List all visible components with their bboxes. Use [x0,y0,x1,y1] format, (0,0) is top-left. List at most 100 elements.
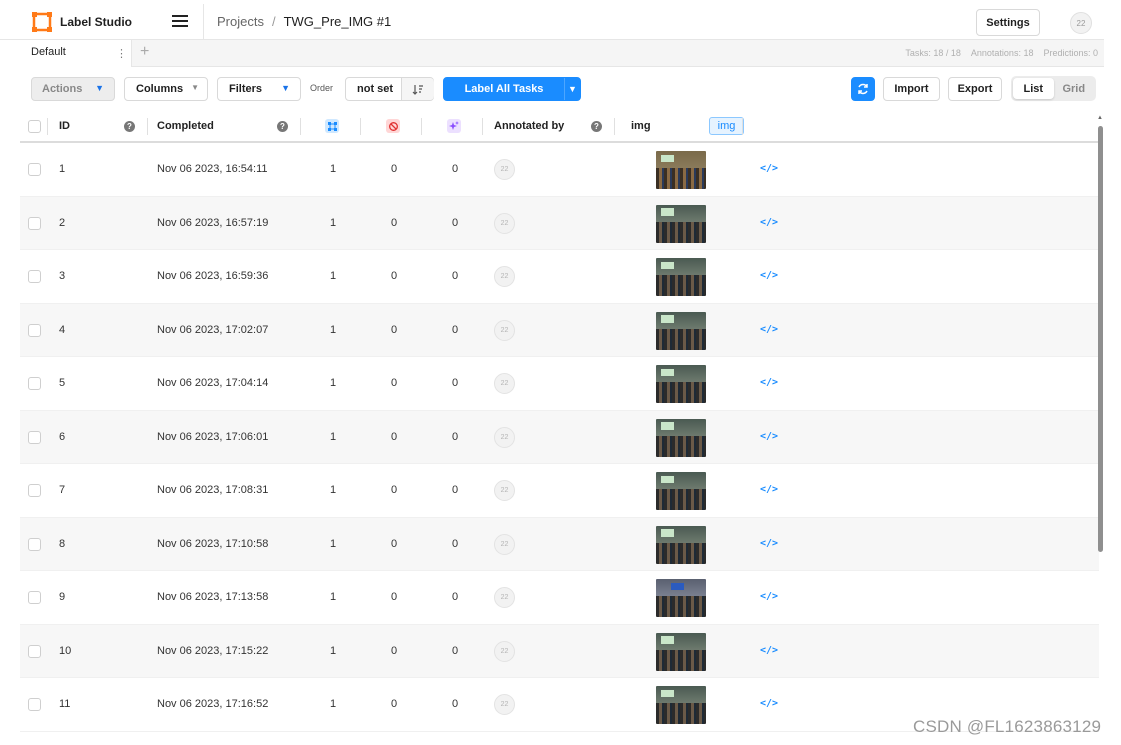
image-thumbnail[interactable] [656,258,706,296]
help-icon[interactable]: ? [277,121,288,132]
image-thumbnail[interactable] [656,204,706,243]
annotations-count: Annotations: 18 [970,48,1034,58]
hamburger-menu-icon[interactable] [172,15,188,29]
row-checkbox[interactable] [28,270,41,283]
annotator-avatar[interactable]: 22 [494,640,515,662]
code-source-icon[interactable]: </> [760,698,778,709]
code-source-icon[interactable]: </> [760,324,778,335]
row-checkbox[interactable] [28,377,41,390]
help-icon[interactable]: ? [591,121,602,132]
table-row[interactable]: 1 Nov 06 2023, 16:54:11 1 0 0 22 </> [20,143,1099,197]
column-divider [300,118,301,135]
label-studio-logo-icon[interactable] [32,12,52,32]
row-checkbox[interactable] [28,537,41,551]
vertical-scrollbar[interactable] [1098,126,1103,552]
row-checkbox[interactable] [28,484,41,497]
column-header-img[interactable]: img [631,120,651,132]
code-source-icon[interactable]: </> [760,538,778,549]
table-row[interactable]: 4 Nov 06 2023, 17:02:07 1 0 0 22 </> [20,303,1099,357]
image-thumbnail[interactable] [656,365,706,403]
table-row[interactable]: 7 Nov 06 2023, 17:08:31 1 0 0 22 </> [20,464,1099,518]
image-thumbnail[interactable] [656,472,706,510]
table-row[interactable]: 2 Nov 06 2023, 16:57:19 1 0 0 22 </> [20,196,1099,250]
code-source-icon[interactable]: </> [760,163,778,174]
annotator-avatar[interactable]: 22 [494,533,515,555]
annotator-avatar[interactable]: 22 [494,694,515,715]
code-source-icon[interactable]: </> [760,591,778,602]
tab-menu-icon[interactable]: ⋮ [116,47,127,60]
image-thumbnail[interactable] [656,579,706,617]
column-header-completed[interactable]: Completed [157,120,214,132]
export-button[interactable]: Export [948,77,1002,101]
column-header-id[interactable]: ID [59,120,70,132]
select-all-checkbox[interactable] [28,120,41,133]
image-thumbnail[interactable] [656,686,706,724]
row-checkbox[interactable] [28,216,41,230]
annotator-avatar[interactable]: 22 [494,212,515,234]
annotator-avatar[interactable]: 22 [494,159,515,180]
annotations-count: 1 [330,644,337,657]
breadcrumb-project-name[interactable]: TWG_Pre_IMG #1 [284,14,392,29]
grid-view-button[interactable]: Grid [1054,78,1095,99]
import-button[interactable]: Import [883,77,940,101]
code-source-icon[interactable]: </> [760,377,778,388]
app-name[interactable]: Label Studio [60,15,132,29]
list-view-button[interactable]: List [1013,78,1054,99]
refresh-button[interactable] [851,77,875,101]
annotator-avatar[interactable]: 22 [494,373,515,394]
column-header-annotated-by[interactable]: Annotated by [494,120,564,132]
sort-direction-icon[interactable] [401,78,434,100]
breadcrumb-projects-link[interactable]: Projects [217,14,264,29]
table-row[interactable]: 10 Nov 06 2023, 17:15:22 1 0 0 22 </> [20,624,1099,678]
annotator-avatar[interactable]: 22 [494,319,515,341]
row-checkbox[interactable] [28,591,41,604]
filters-dropdown[interactable]: Filters ▼ [217,77,301,101]
thumbnail-screen [661,154,674,163]
project-stats: Tasks: 18 / 18 Annotations: 18 Predictions… [895,48,1098,58]
predictions-icon[interactable] [447,119,461,133]
tab-default[interactable]: Default ⋮ [20,40,132,67]
add-tab-icon[interactable]: + [140,43,149,61]
code-source-icon[interactable]: </> [760,484,778,495]
user-avatar[interactable]: 22 [1070,12,1092,34]
task-id: 8 [59,537,66,550]
predictions-count: 0 [452,591,459,603]
row-checkbox[interactable] [28,163,41,176]
row-checkbox[interactable] [28,644,41,658]
code-source-icon[interactable]: </> [760,270,778,281]
order-label: Order [310,83,334,93]
annotator-avatar[interactable]: 22 [494,587,515,608]
code-source-icon[interactable]: </> [760,431,778,442]
image-thumbnail[interactable] [656,632,706,671]
image-thumbnail[interactable] [656,151,706,189]
label-all-tasks-button[interactable]: Label All Tasks ▼ [443,77,581,101]
actions-dropdown[interactable]: Actions ▼ [31,77,115,101]
annotator-avatar[interactable]: 22 [494,266,515,287]
view-tabs-bar: Default ⋮ + Tasks: 18 / 18 Annotations: 1… [20,40,1104,67]
annotations-count-icon[interactable] [325,119,339,133]
table-row[interactable]: 3 Nov 06 2023, 16:59:36 1 0 0 22 </> [20,250,1099,304]
help-icon[interactable]: ? [124,121,135,132]
predictions-count: 0 [452,216,459,229]
image-thumbnail[interactable] [656,525,706,564]
table-row[interactable]: 5 Nov 06 2023, 17:04:14 1 0 0 22 </> [20,357,1099,411]
columns-dropdown[interactable]: Columns ▼ [124,77,208,101]
image-thumbnail[interactable] [656,418,706,457]
table-row[interactable]: 8 Nov 06 2023, 17:10:58 1 0 0 22 </> [20,517,1099,571]
row-checkbox[interactable] [28,430,41,444]
code-source-icon[interactable]: </> [760,217,778,228]
predictions-count: 0 [452,163,459,175]
table-row[interactable]: 6 Nov 06 2023, 17:06:01 1 0 0 22 </> [20,410,1099,464]
annotator-avatar[interactable]: 22 [494,480,515,501]
image-thumbnail[interactable] [656,311,706,350]
annotator-avatar[interactable]: 22 [494,426,515,448]
table-row[interactable]: 9 Nov 06 2023, 17:13:58 1 0 0 22 </> [20,571,1099,625]
row-checkbox[interactable] [28,323,41,337]
row-checkbox[interactable] [28,698,41,711]
code-source-icon[interactable]: </> [760,645,778,656]
scroll-up-arrow-icon[interactable]: ▲ [1097,115,1103,121]
chevron-down-icon[interactable]: ▼ [564,78,580,100]
cancelled-icon[interactable] [386,119,400,133]
order-select[interactable]: not set [345,77,434,101]
settings-button[interactable]: Settings [976,9,1040,36]
